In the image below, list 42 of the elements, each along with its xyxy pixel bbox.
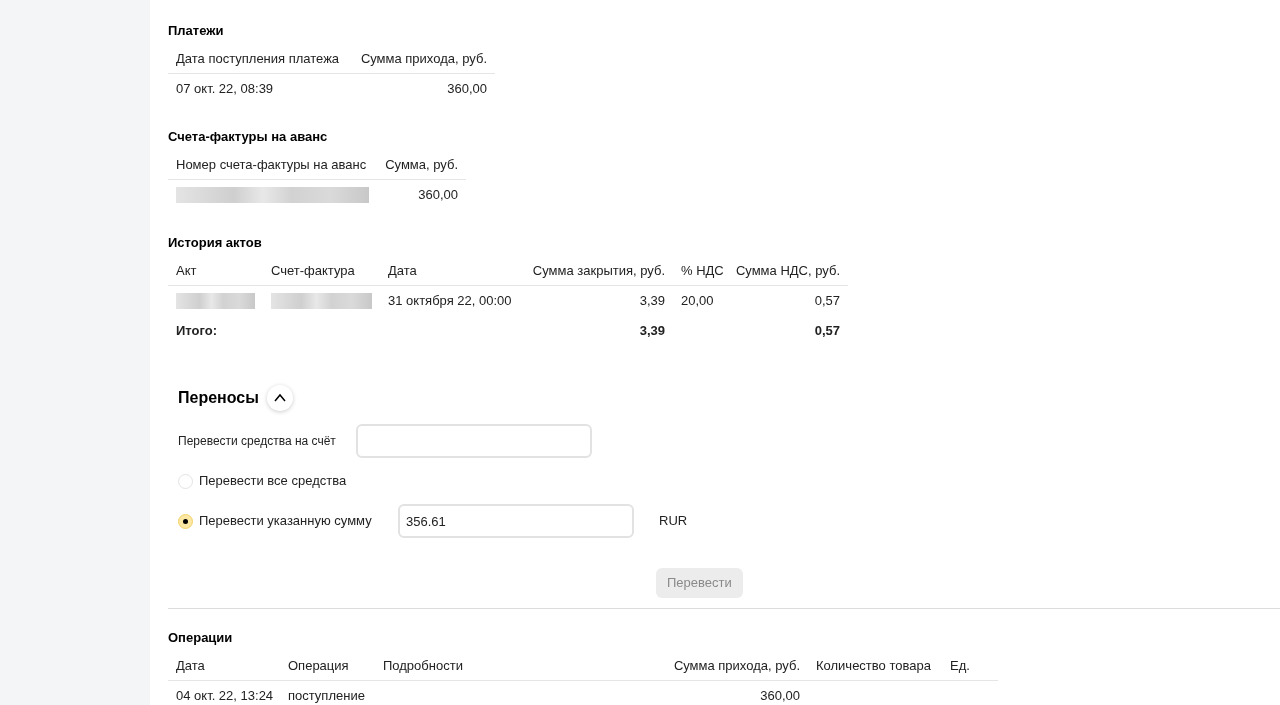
column-header: % НДС xyxy=(681,262,724,278)
column-header: Сумма прихода, руб. xyxy=(673,657,800,673)
column-header: Сумма прихода, руб. xyxy=(360,50,487,66)
table-cell: 20,00 xyxy=(681,293,714,309)
currency-label: RUR xyxy=(659,512,688,531)
table-cell: 0,57 xyxy=(814,293,840,309)
column-header: Счет-фактура xyxy=(271,262,355,278)
column-header: Дата поступления платежа xyxy=(176,50,340,66)
table-cell: Итого: xyxy=(176,323,217,339)
column-header: Подробности xyxy=(383,657,463,673)
collapse-button[interactable] xyxy=(266,385,293,411)
section-title: Переносы xyxy=(178,388,259,408)
table-cell: 0,57 xyxy=(814,323,840,339)
column-header: Количество товара xyxy=(816,657,931,673)
column-header: Акт xyxy=(176,262,197,278)
table-cell: поступление xyxy=(288,688,365,704)
table-cell: 07 окт. 22, 08:39 xyxy=(176,81,274,97)
table-cell: 360,00 xyxy=(447,81,487,97)
section-title: Счета-фактуры на аванс xyxy=(168,128,329,146)
table-cell: 3,39 xyxy=(639,323,665,339)
column-header: Ед. xyxy=(950,657,970,673)
radio-button[interactable] xyxy=(178,513,193,529)
table-cell: 31 октября 22, 00:00 xyxy=(388,293,512,309)
section-title: Операции xyxy=(168,629,234,647)
table-cell: 360,00 xyxy=(760,688,800,704)
amount-field[interactable]: 356.61 xyxy=(398,504,634,538)
column-header: Номер счета-фактуры на аванс xyxy=(176,156,367,172)
column-header: Сумма НДС, руб. xyxy=(735,262,840,278)
table-cell: 04 окт. 22, 13:24 xyxy=(176,688,274,704)
radio-label: Перевести указанную сумму xyxy=(199,512,372,531)
section-title: Платежи xyxy=(168,22,225,40)
account-field[interactable] xyxy=(356,424,592,458)
table-cell: 3,39 xyxy=(639,293,665,309)
column-header: Дата xyxy=(388,262,417,278)
column-header: Сумма, руб. xyxy=(385,156,458,172)
column-header: Сумма закрытия, руб. xyxy=(532,262,665,278)
column-header: Дата xyxy=(176,657,205,673)
radio-label: Перевести все средства xyxy=(199,472,347,491)
field-label: Перевести средства на счёт xyxy=(178,433,337,450)
section-title: История актов xyxy=(168,234,263,252)
column-header: Операция xyxy=(288,657,349,673)
table-cell: 360,00 xyxy=(418,187,458,203)
